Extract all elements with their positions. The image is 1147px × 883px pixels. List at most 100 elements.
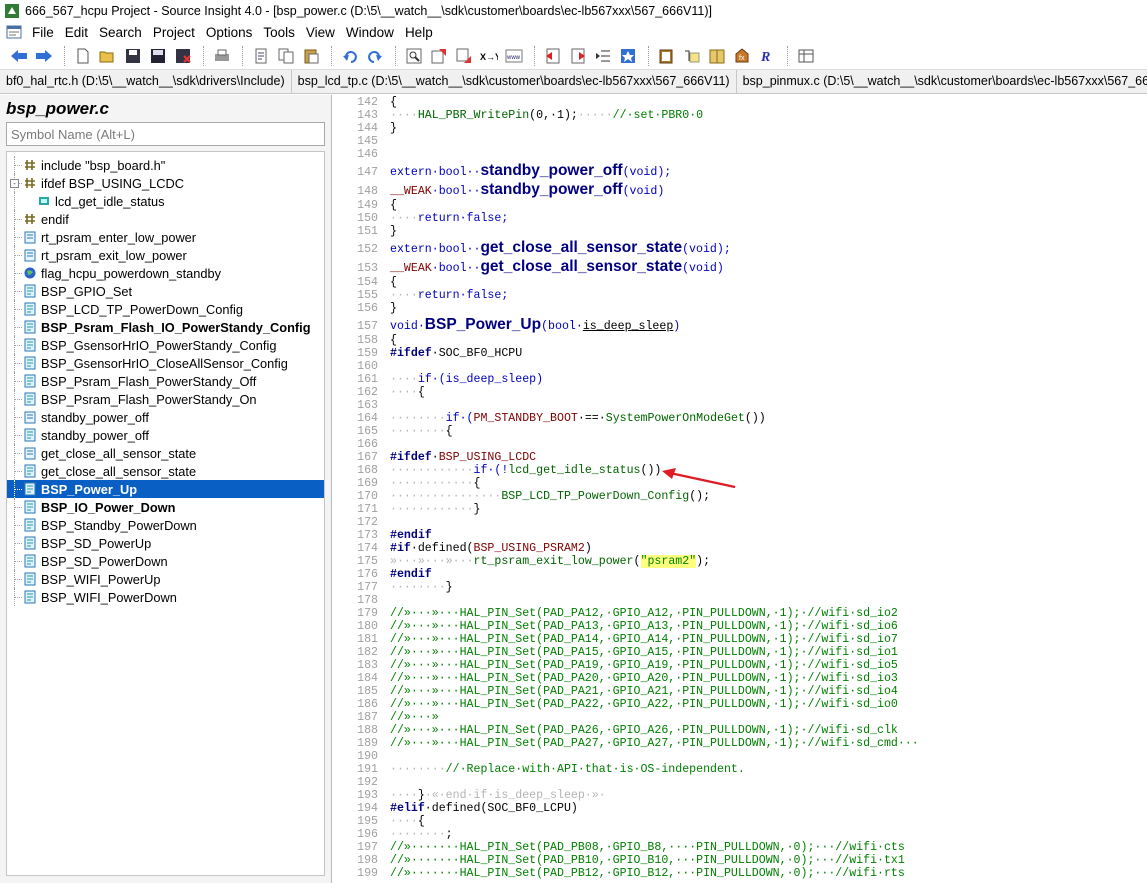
jump-back-icon[interactable] [542,45,564,67]
code-line[interactable]: 164 ········if·(PM_STANDBY_BOOT·==·System… [340,412,766,426]
save-all-icon[interactable] [147,45,169,67]
code-line[interactable]: 166 [340,438,390,452]
r-icon[interactable]: R [756,45,778,67]
code-line[interactable]: 154 { [340,276,397,290]
project-icon[interactable] [656,45,678,67]
symbol-search-input[interactable] [6,122,325,146]
symbol-item[interactable]: BSP_LCD_TP_PowerDown_Config [7,300,324,318]
symbol-item[interactable]: BSP_Power_Up [7,480,324,498]
code-line[interactable]: 165 ········{ [340,425,453,439]
code-line[interactable]: 150 ····return·false; [340,212,508,226]
forward-icon[interactable] [33,45,55,67]
menu-project[interactable]: Project [149,25,202,40]
symbol-item[interactable]: include "bsp_board.h" [7,156,324,174]
symbol-item[interactable]: lcd_get_idle_status [7,192,324,210]
code-line[interactable]: 144} [340,122,397,136]
symbol-item[interactable]: BSP_GPIO_Set [7,282,324,300]
tab-bf0-hal-rtc[interactable]: bf0_hal_rtc.h (D:\5\__watch__\sdk\driver… [0,70,292,93]
search-backward-icon[interactable] [453,45,475,67]
redo-icon[interactable] [364,45,386,67]
save-icon[interactable] [122,45,144,67]
browse-icon[interactable]: www [503,45,525,67]
symbol-item[interactable]: rt_psram_enter_low_power [7,228,324,246]
code-line[interactable]: 143 ····HAL_PBR_WritePin(0,·1);·····//·se… [340,109,703,123]
code-line[interactable]: 145 [340,135,390,149]
symbol-item[interactable]: get_close_all_sensor_state [7,462,324,480]
code-line[interactable]: 156} [340,302,397,316]
code-line[interactable]: 155 ····return·false; [340,289,508,303]
copy-icon[interactable] [275,45,297,67]
replace-icon[interactable]: X→Y [478,45,500,67]
symbol-item[interactable]: BSP_IO_Power_Down [7,498,324,516]
code-line[interactable]: 194 #elif·defined(SOC_BF0_LCPU) [340,802,578,816]
menu-help[interactable]: Help [401,25,440,40]
code-line[interactable]: 186 //»···»···HAL_PIN_Set(PAD_PA22,·GPIO_… [340,698,898,712]
search-icon[interactable] [403,45,425,67]
code-line[interactable]: 190 [340,750,390,764]
open-file-icon[interactable] [97,45,119,67]
code-line[interactable]: 153 __WEAK·bool··get_close_all_sensor_sta… [340,257,724,276]
code-line[interactable]: 193 ····}·«·end·if·is_deep_sleep·»· [340,789,606,803]
symbol-item[interactable]: BSP_Psram_Flash_PowerStandy_Off [7,372,324,390]
code-line[interactable]: 188 //»···»···HAL_PIN_Set(PAD_PA26,·GPIO_… [340,724,898,738]
code-line[interactable]: 189 //»···»···HAL_PIN_Set(PAD_PA27,·GPIO_… [340,737,919,751]
code-line[interactable]: 171 ············} [340,503,480,517]
code-line[interactable]: 142 { [340,96,397,110]
symbol-item[interactable]: BSP_Psram_Flash_IO_PowerStandy_Config [7,318,324,336]
code-line[interactable]: 147 extern·bool··standby_power_off(void); [340,161,671,180]
call-tree-icon[interactable]: fx [731,45,753,67]
symbol-item[interactable]: BSP_GsensorHrIO_PowerStandy_Config [7,336,324,354]
code-line[interactable]: 196 ········; [340,828,453,842]
code-line[interactable]: 151} [340,225,397,239]
code-line[interactable]: 175 »···»···»···rt_psram_exit_low_power("… [340,555,710,569]
menu-file[interactable]: File [28,25,61,40]
code-line[interactable]: 198 //»·······HAL_PIN_Set(PAD_PB10,·GPIO_… [340,854,905,868]
code-line[interactable]: 199 //»·······HAL_PIN_Set(PAD_PB12,·GPIO_… [340,867,905,881]
code-line[interactable]: 146 [340,148,390,162]
symbol-item[interactable]: rt_psram_exit_low_power [7,246,324,264]
context-icon[interactable] [706,45,728,67]
new-file-icon[interactable] [72,45,94,67]
code-line[interactable]: 159 #ifdef·SOC_BF0_HCPU [340,347,522,361]
code-line[interactable]: 172 [340,516,390,530]
code-line[interactable]: 192 [340,776,390,790]
back-icon[interactable] [8,45,30,67]
code-line[interactable]: 197 //»·······HAL_PIN_Set(PAD_PB08,·GPIO_… [340,841,905,855]
menu-window[interactable]: Window [342,25,401,40]
code-line[interactable]: 157 void·BSP_Power_Up(bool·is_deep_sleep) [340,315,680,334]
symbol-item[interactable]: BSP_WIFI_PowerDown [7,588,324,606]
symbol-item[interactable]: - ifdef BSP_USING_LCDC [7,174,324,192]
code-line[interactable]: 195 ····{ [340,815,425,829]
menu-options[interactable]: Options [202,25,260,40]
symbol-item[interactable]: flag_hcpu_powerdown_standby [7,264,324,282]
layout-icon[interactable] [795,45,817,67]
symbol-item[interactable]: BSP_GsensorHrIO_CloseAllSensor_Config [7,354,324,372]
code-line[interactable]: 158 { [340,334,397,348]
code-line[interactable]: 177 ········} [340,581,453,595]
code-line[interactable]: 187 //»···» [340,711,439,725]
code-line[interactable]: 152 extern·bool··get_close_all_sensor_sta… [340,238,731,257]
code-line[interactable]: 169 ············{ [340,477,480,491]
menu-search[interactable]: Search [95,25,149,40]
code-line[interactable]: 168 ············if·(!lcd_get_idle_status(… [340,464,661,478]
code-line[interactable]: 179 //»···»···HAL_PIN_Set(PAD_PA12,·GPIO_… [340,607,898,621]
code-line[interactable]: 148 __WEAK·bool··standby_power_off(void) [340,180,664,199]
undo-icon[interactable] [339,45,361,67]
code-line[interactable]: 174 #if·defined(BSP_USING_PSRAM2) [340,542,592,556]
code-line[interactable]: 149 { [340,199,397,213]
symbol-list-icon[interactable] [592,45,614,67]
code-line[interactable]: 173 #endif [340,529,432,543]
symbol-item[interactable]: BSP_WIFI_PowerUp [7,570,324,588]
code-line[interactable]: 161 ····if·(is_deep_sleep) [340,373,543,387]
paste-icon[interactable] [300,45,322,67]
code-line[interactable]: 185 //»···»···HAL_PIN_Set(PAD_PA21,·GPIO_… [340,685,898,699]
code-line[interactable]: 183 //»···»···HAL_PIN_Set(PAD_PA19,·GPIO_… [340,659,898,673]
relation-icon[interactable] [681,45,703,67]
code-line[interactable]: 160 [340,360,390,374]
symbol-item[interactable]: standby_power_off [7,408,324,426]
menu-edit[interactable]: Edit [61,25,95,40]
symbol-item[interactable]: BSP_Standby_PowerDown [7,516,324,534]
code-line[interactable]: 178 [340,594,390,608]
symbol-item[interactable]: BSP_SD_PowerDown [7,552,324,570]
code-line[interactable]: 170 ················BSP_LCD_TP_PowerDown_… [340,490,710,504]
